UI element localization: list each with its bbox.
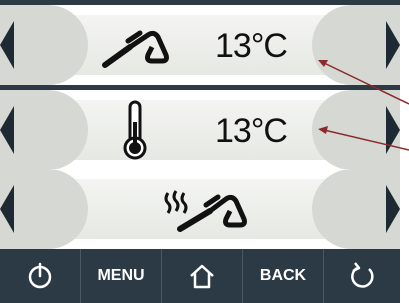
annotation-arrows xyxy=(318,60,409,151)
annotation-arrowhead xyxy=(318,126,328,134)
annotation-arrow-line xyxy=(321,61,409,105)
annotation-arrow-line xyxy=(323,129,409,151)
